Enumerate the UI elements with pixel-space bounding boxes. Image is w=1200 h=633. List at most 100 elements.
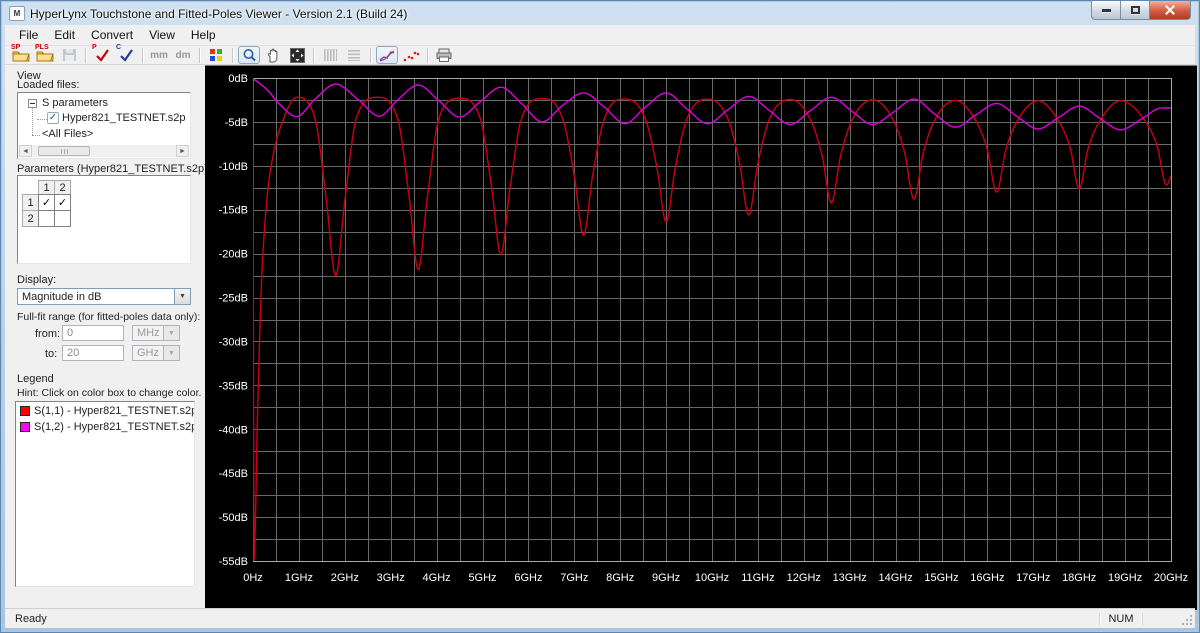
- window-title: HyperLynx Touchstone and Fitted-Poles Vi…: [30, 6, 408, 21]
- menu-convert[interactable]: Convert: [83, 25, 141, 45]
- tree-connector: [37, 119, 47, 120]
- loaded-files-label: Loaded files:: [17, 79, 80, 91]
- legend-item-label: S(1,2) - Hyper821_TESTNET.s2p (mag: [34, 420, 194, 433]
- zoom-tool-button[interactable]: [238, 46, 260, 64]
- svg-text:-40dB: -40dB: [219, 424, 248, 436]
- save-button[interactable]: [58, 46, 80, 64]
- expand-arrows-icon: [289, 47, 305, 63]
- svg-text:5GHz: 5GHz: [468, 572, 496, 584]
- tree-node-file[interactable]: ✓ Hyper821_TESTNET.s2p <D: [47, 112, 189, 124]
- sparameter-chart[interactable]: 0dB -5dB -10dB -15dB -20dB -25dB -30dB -35dB -40…: [205, 65, 1197, 610]
- parameters-matrix: 1 2 1 ✓ ✓ 2: [22, 180, 71, 227]
- print-button[interactable]: [433, 46, 455, 64]
- tree-node-all-files[interactable]: <All Files>: [42, 128, 93, 140]
- status-message: Ready: [15, 613, 47, 625]
- dropdown-arrow-icon[interactable]: ▼: [163, 346, 179, 360]
- check-passivity-button[interactable]: P: [91, 44, 113, 64]
- svg-text:0dB: 0dB: [228, 73, 248, 85]
- svg-text:-15dB: -15dB: [219, 205, 248, 217]
- svg-text:-10dB: -10dB: [219, 161, 248, 173]
- matrix-col-header-1: 1: [38, 180, 55, 195]
- tree-node-sparameters[interactable]: S parameters: [28, 97, 108, 109]
- maximize-button[interactable]: [1121, 1, 1149, 20]
- svg-text:18GHz: 18GHz: [1062, 572, 1096, 584]
- app-window: M HyperLynx Touchstone and Fitted-Poles …: [0, 0, 1200, 633]
- tree-node-label[interactable]: <All Files>: [42, 128, 93, 140]
- open-poles-button[interactable]: PLS: [34, 44, 56, 64]
- num-lock-indicator: NUM: [1099, 613, 1143, 625]
- legend-section-label: Legend: [17, 373, 54, 385]
- dropdown-arrow-icon[interactable]: ▼: [163, 326, 179, 340]
- scroll-left-arrow[interactable]: ◄: [19, 145, 32, 157]
- menu-edit[interactable]: Edit: [46, 25, 83, 45]
- collapse-icon[interactable]: [28, 98, 37, 108]
- toolbar-separator: [199, 47, 200, 63]
- toolbar-separator: [370, 47, 371, 63]
- matrix-cell-2-1[interactable]: [38, 210, 55, 227]
- scroll-right-arrow[interactable]: ►: [176, 145, 189, 157]
- app-icon[interactable]: M: [9, 6, 25, 21]
- vertical-lines-icon: [324, 49, 337, 61]
- legend-color-box[interactable]: [20, 405, 30, 416]
- matrix-cell-1-2-checked[interactable]: ✓: [54, 194, 71, 211]
- svg-text:-50dB: -50dB: [219, 512, 248, 524]
- legend-color-box[interactable]: [20, 421, 30, 432]
- check-causality-button[interactable]: C: [115, 44, 137, 64]
- legend-item-1: S(1,2) - Hyper821_TESTNET.s2p (mag: [18, 419, 194, 434]
- toolbar-separator: [142, 47, 143, 63]
- hand-icon: [267, 48, 278, 62]
- resize-grip[interactable]: [1180, 613, 1194, 627]
- display-combobox[interactable]: Magnitude in dB ▼: [17, 288, 191, 305]
- horizontal-lines-icon: [348, 50, 360, 61]
- tree-connector: [32, 135, 40, 136]
- curve-line-icon: [379, 50, 395, 62]
- matrix-cell-2-2[interactable]: [54, 210, 71, 227]
- svg-text:10GHz: 10GHz: [695, 572, 729, 584]
- from-unit-value: MHz: [137, 327, 160, 339]
- titlebar[interactable]: M HyperLynx Touchstone and Fitted-Poles …: [5, 1, 1195, 25]
- svg-text:13GHz: 13GHz: [833, 572, 867, 584]
- sparameter-plot[interactable]: 0dB -5dB -10dB -15dB -20dB -25dB -30dB -35dB -40…: [205, 66, 1197, 611]
- toolbar-separator: [427, 47, 428, 63]
- menu-file[interactable]: File: [11, 25, 46, 45]
- svg-text:-30dB: -30dB: [219, 336, 248, 348]
- to-input[interactable]: 20: [62, 345, 124, 361]
- svg-text:7GHz: 7GHz: [560, 572, 588, 584]
- open-sparams-button[interactable]: SP: [10, 44, 32, 64]
- legend-item-label: S(1,1) - Hyper821_TESTNET.s2p (mag: [34, 404, 194, 417]
- svg-text:6GHz: 6GHz: [514, 572, 542, 584]
- from-input[interactable]: 0: [62, 325, 124, 341]
- to-unit-combobox[interactable]: GHz ▼: [132, 345, 180, 361]
- tree-horizontal-scrollbar[interactable]: ◄ ►: [19, 145, 189, 157]
- units-dm-button[interactable]: dm: [172, 46, 194, 64]
- show-poles-button[interactable]: [400, 46, 422, 64]
- svg-text:15GHz: 15GHz: [924, 572, 958, 584]
- matrix-cell-1-1-checked[interactable]: ✓: [38, 194, 55, 211]
- minimize-icon: [1101, 8, 1111, 12]
- toolbar: SP PLS P C mm dm: [5, 44, 1195, 65]
- horizontal-grid-button[interactable]: [343, 46, 365, 64]
- menu-view[interactable]: View: [141, 25, 183, 45]
- pan-tool-button[interactable]: [262, 46, 284, 64]
- colors-button[interactable]: [205, 46, 227, 64]
- dropdown-arrow-icon[interactable]: ▼: [174, 289, 190, 304]
- minimize-button[interactable]: [1091, 1, 1121, 20]
- file-checkbox-checked[interactable]: ✓: [47, 112, 59, 124]
- tree-file-label[interactable]: Hyper821_TESTNET.s2p <D: [62, 112, 189, 124]
- tree-node-label[interactable]: S parameters: [42, 97, 108, 109]
- from-unit-combobox[interactable]: MHz ▼: [132, 325, 180, 341]
- svg-text:11GHz: 11GHz: [741, 572, 774, 584]
- svg-text:19GHz: 19GHz: [1108, 572, 1142, 584]
- menu-help[interactable]: Help: [183, 25, 224, 45]
- vertical-grid-button[interactable]: [319, 46, 341, 64]
- svg-text:8GHz: 8GHz: [606, 572, 634, 584]
- matrix-col-header-2: 2: [54, 180, 71, 195]
- fit-view-button[interactable]: [286, 46, 308, 64]
- units-mm-button[interactable]: mm: [148, 46, 170, 64]
- toolbar-separator: [313, 47, 314, 63]
- parameters-matrix-box: 1 2 1 ✓ ✓ 2: [17, 175, 191, 264]
- scrollbar-thumb[interactable]: [38, 146, 90, 156]
- svg-text:3GHz: 3GHz: [377, 572, 405, 584]
- close-button[interactable]: [1149, 1, 1191, 20]
- show-curves-button[interactable]: [376, 46, 398, 64]
